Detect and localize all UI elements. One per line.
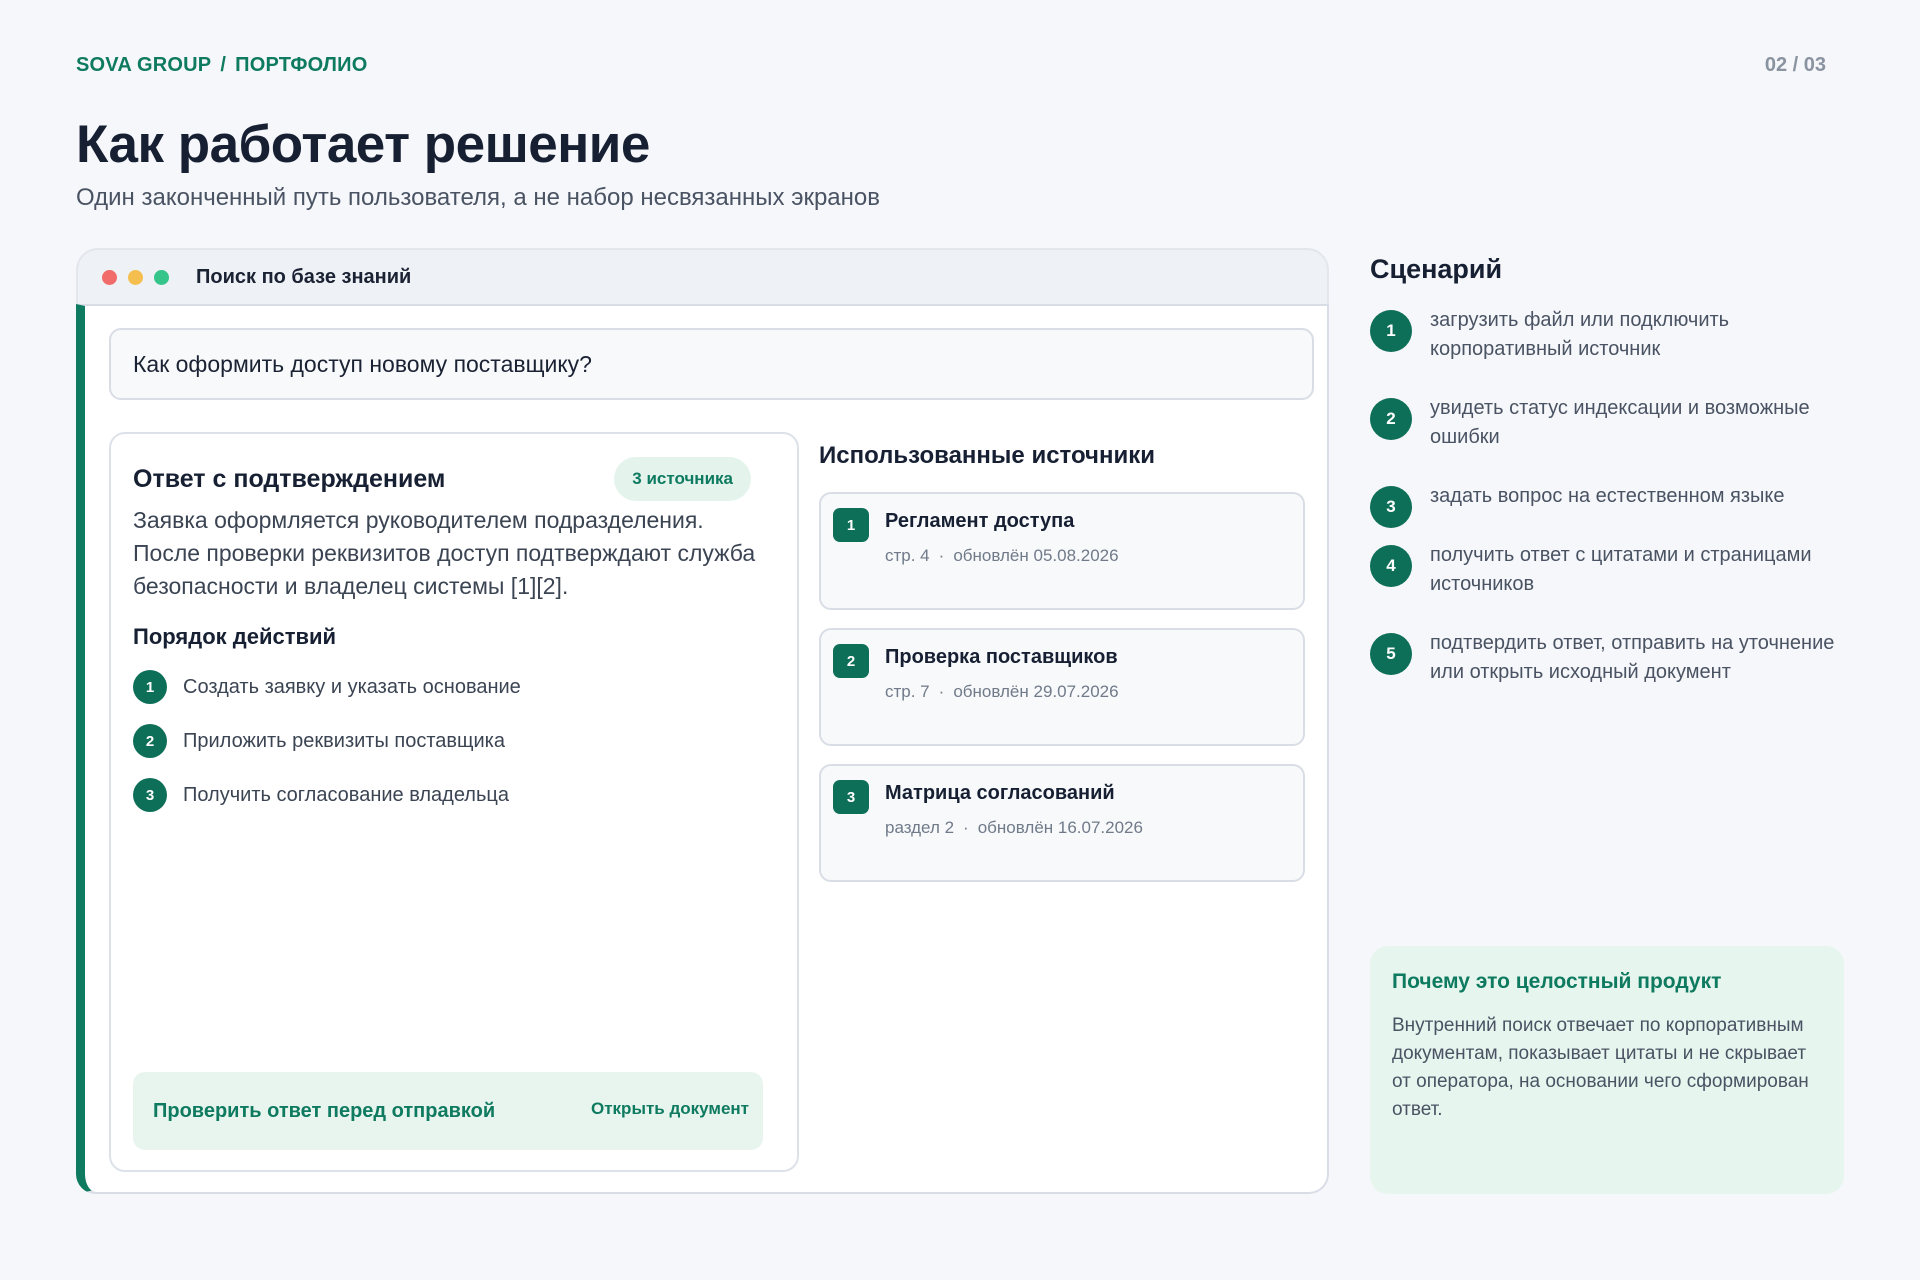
scenario-number-badge: 5 (1370, 633, 1412, 675)
scenario-number-badge: 1 (1370, 310, 1412, 352)
page-subtitle: Один законченный путь пользователя, а не… (76, 184, 880, 211)
source-number-badge: 3 (833, 780, 869, 814)
scenario-list: 1 загрузить файл или подключить корпорат… (1370, 309, 1860, 733)
list-item: 3 Получить согласование владельца (133, 768, 521, 822)
meta-separator: · (963, 818, 969, 837)
scenario-number-badge: 3 (1370, 486, 1412, 528)
scenario-number-badge: 4 (1370, 545, 1412, 587)
breadcrumb-brand[interactable]: SOVA GROUP (76, 54, 211, 76)
meta-separator: · (938, 546, 945, 565)
answer-text: Заявка оформляется руководителем подразд… (133, 507, 756, 599)
scenario-step-label: задать вопрос на естественном языке (1430, 485, 1785, 507)
source-card[interactable]: 1 Регламент доступа стр. 4 · обновлён 05.0… (819, 492, 1305, 610)
breadcrumb-separator: / (220, 54, 227, 76)
slide: SOVA GROUP / ПОРТФОЛИО 02 / 03 Как работае… (0, 0, 1920, 1280)
why-callout: Почему это целостный продукт Внутренний … (1370, 946, 1844, 1194)
scenario-title: Сценарий (1370, 254, 1503, 284)
why-title: Почему это целостный продукт (1392, 970, 1722, 993)
scenario-step-label: получить ответ с цитатами и страницами и… (1430, 544, 1812, 595)
source-name: Матрица согласований (885, 782, 1115, 804)
answer-actions: Проверить ответ перед отправкой Открыть … (133, 1072, 763, 1150)
step-number-badge: 1 (133, 670, 167, 704)
step-number-badge: 2 (133, 724, 167, 758)
scenario-step-label: увидеть статус индексации и возможные ош… (1430, 397, 1810, 448)
list-item: 4 получить ответ с цитатами и страницами… (1370, 544, 1860, 633)
source-name: Проверка поставщиков (885, 646, 1118, 668)
source-number-badge: 2 (833, 644, 869, 678)
top-bar: SOVA GROUP / ПОРТФОЛИО 02 / 03 (76, 54, 1826, 77)
source-updated: обновлён 16.07.2026 (977, 818, 1143, 837)
list-item: 2 Приложить реквизиты поставщика (133, 714, 521, 768)
app-window: Поиск по базе знаний Как оформить доступ… (76, 248, 1329, 1194)
source-card[interactable]: 3 Матрица согласований раздел 2 · обновлён… (819, 764, 1305, 882)
breadcrumb: SOVA GROUP / ПОРТФОЛИО (76, 54, 367, 77)
why-text: Внутренний поиск отвечает по корпоративн… (1392, 1015, 1809, 1120)
scenario-step-label: подтвердить ответ, отправить на уточнени… (1430, 632, 1835, 683)
source-name: Регламент доступа (885, 510, 1075, 532)
steps-title: Порядок действий (133, 624, 337, 649)
open-document-link[interactable]: Открыть документ (591, 1099, 749, 1119)
search-query-field[interactable]: Как оформить доступ новому поставщику? (109, 328, 1314, 400)
meta-separator: · (938, 682, 945, 701)
page-title: Как работает решение (76, 115, 650, 174)
check-answer-button[interactable]: Проверить ответ перед отправкой (153, 1100, 495, 1123)
sources-title: Использованные источники (819, 442, 1155, 469)
breadcrumb-section[interactable]: ПОРТФОЛИО (235, 54, 367, 76)
sources-count-badge: 3 источника (614, 457, 751, 501)
step-label: Получить согласование владельца (183, 783, 509, 806)
list-item: 3 задать вопрос на естественном языке (1370, 485, 1860, 545)
window-title: Поиск по базе знаний (196, 265, 412, 288)
step-number-badge: 3 (133, 778, 167, 812)
list-item: 2 увидеть статус индексации и возможные … (1370, 397, 1860, 486)
window-body: Как оформить доступ новому поставщику? О… (76, 304, 1329, 1194)
answer-card: Ответ с подтверждением 3 источника Заявк… (109, 432, 799, 1172)
page-counter: 02 / 03 (1764, 54, 1826, 76)
sources-list: 1 Регламент доступа стр. 4 · обновлён 05.0… (819, 492, 1305, 900)
source-location: стр. 7 (885, 682, 930, 701)
source-meta: стр. 4 · обновлён 05.08.2026 (885, 546, 1119, 566)
scenario-number-badge: 2 (1370, 398, 1412, 440)
answer-steps-list: 1 Создать заявку и указать основание 2 П… (133, 660, 521, 822)
source-location: стр. 4 (885, 546, 930, 565)
source-updated: обновлён 29.07.2026 (953, 682, 1119, 701)
scenario-step-label: загрузить файл или подключить корпоратив… (1430, 309, 1730, 360)
source-card[interactable]: 2 Проверка поставщиков стр. 7 · обновлён 2… (819, 628, 1305, 746)
list-item: 5 подтвердить ответ, отправить на уточне… (1370, 632, 1860, 733)
source-updated: обновлён 05.08.2026 (953, 546, 1119, 565)
source-meta: стр. 7 · обновлён 29.07.2026 (885, 682, 1119, 702)
source-number-badge: 1 (833, 508, 869, 542)
answer-title: Ответ с подтверждением (133, 464, 446, 493)
list-item: 1 загрузить файл или подключить корпорат… (1370, 309, 1860, 398)
step-label: Приложить реквизиты поставщика (183, 729, 505, 752)
answer-header: Ответ с подтверждением 3 источника (133, 456, 775, 502)
step-label: Создать заявку и указать основание (183, 675, 521, 698)
source-location: раздел 2 (885, 818, 955, 837)
window-titlebar: Поиск по базе знаний (76, 248, 1329, 304)
minimize-dot-icon[interactable] (128, 269, 143, 285)
source-meta: раздел 2 · обновлён 16.07.2026 (885, 818, 1143, 838)
close-dot-icon[interactable] (102, 269, 117, 285)
maximize-dot-icon[interactable] (154, 269, 169, 285)
list-item: 1 Создать заявку и указать основание (133, 660, 521, 714)
